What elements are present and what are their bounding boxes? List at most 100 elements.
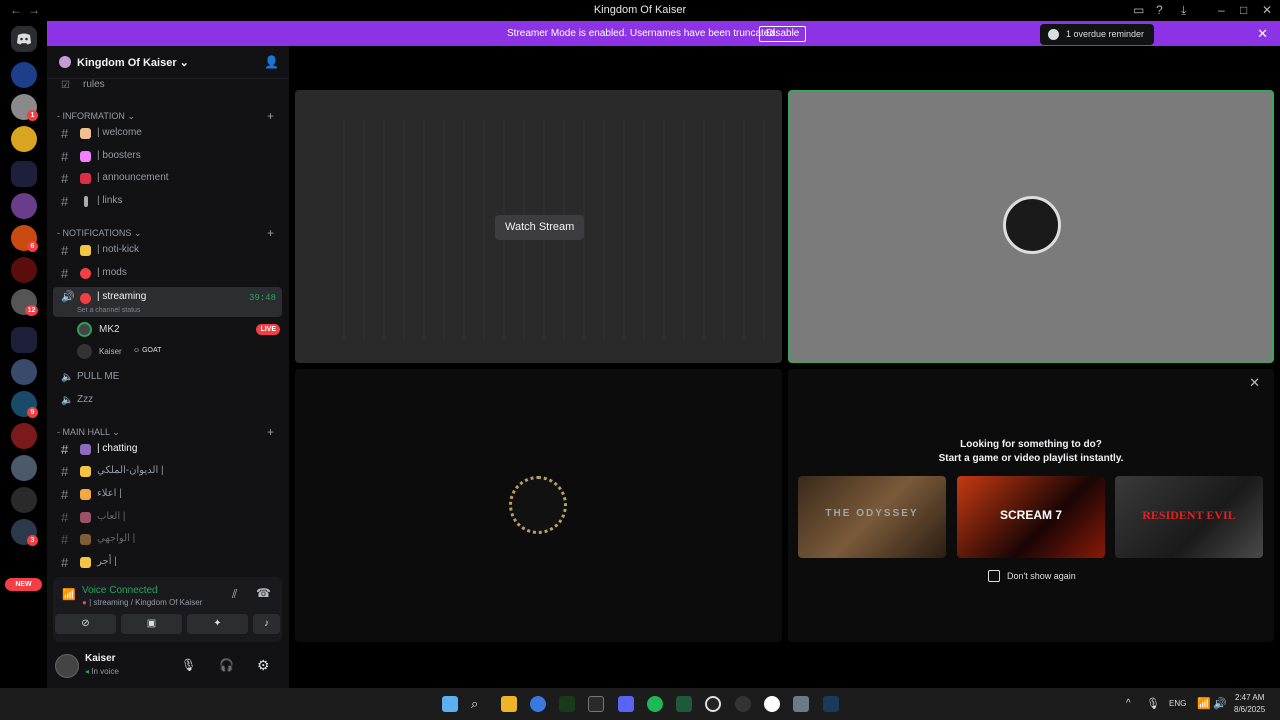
close-icon[interactable]: ✕ (1249, 375, 1260, 391)
close-window-icon[interactable]: ✕ (1262, 3, 1272, 17)
channel-label: العاب | (97, 511, 126, 522)
camera-off-icon[interactable]: ⊘ (55, 614, 116, 634)
category-main-hall[interactable]: - MAIN HALL ⌄ + (57, 425, 274, 439)
start-icon[interactable] (442, 696, 458, 712)
app-icon[interactable] (588, 696, 604, 712)
disable-button[interactable]: Disable (759, 26, 807, 42)
channel-announcement[interactable]: # | announcement (53, 168, 282, 189)
browser-icon[interactable] (530, 696, 546, 712)
screen-share-icon[interactable]: ▣ (121, 614, 182, 634)
server-icon[interactable] (11, 62, 37, 88)
channel-games[interactable]: # العاب | (53, 507, 282, 528)
close-icon[interactable]: ✕ (1257, 26, 1268, 42)
chevron-up-icon[interactable]: ^ (1126, 698, 1131, 709)
new-pill[interactable]: NEW (5, 578, 42, 591)
volume-icon[interactable]: 🔊 (1213, 697, 1227, 710)
folder-icon[interactable] (11, 327, 37, 353)
voice-channel-streaming[interactable]: 🔊 | streaming Set a channel status 39:48 (53, 287, 282, 317)
gear-icon[interactable]: ⚙ (257, 657, 270, 674)
invite-icon[interactable]: 👤 (264, 55, 279, 69)
user-tag: ☺ GOAT (133, 347, 162, 354)
unread-badge: 1 (27, 110, 38, 121)
add-channel-icon[interactable]: + (267, 425, 274, 439)
voice-channel-pull-me[interactable]: 🔈 PULL ME (53, 367, 282, 388)
xbox-icon[interactable] (676, 696, 692, 712)
maximize-icon[interactable]: □ (1240, 3, 1247, 17)
reminder-label: 1 overdue reminder (1066, 29, 1145, 39)
microphone-icon[interactable]: 🎙 (1146, 697, 1160, 710)
channel-ajr[interactable]: # أجر | (53, 552, 282, 573)
avatar[interactable] (55, 654, 79, 678)
soundboard-icon[interactable]: ♪ (253, 614, 280, 634)
channel-boosters[interactable]: # | boosters (53, 146, 282, 167)
discord-home-icon[interactable] (11, 26, 37, 52)
hash-icon: # (61, 442, 69, 457)
channel-links[interactable]: # | links (53, 191, 282, 212)
game-card[interactable]: RESIDENT EVIL (1115, 476, 1263, 558)
participant-tile-selected[interactable] (788, 90, 1274, 363)
participant-tile[interactable] (295, 369, 782, 642)
hash-icon: # (61, 171, 69, 186)
discord-icon[interactable] (618, 696, 634, 712)
channel-wajhi[interactable]: # الواجهي | (53, 529, 282, 550)
server-icon[interactable] (11, 487, 37, 513)
settings-icon[interactable] (793, 696, 809, 712)
add-channel-icon[interactable]: + (267, 226, 274, 240)
file-explorer-icon[interactable] (501, 696, 517, 712)
channel-mods[interactable]: # | mods (53, 263, 282, 284)
voice-user[interactable]: ΜΚ2 LIVE (77, 321, 282, 339)
reminder-tooltip[interactable]: 1 overdue reminder (1040, 24, 1155, 45)
app-icon[interactable] (559, 696, 575, 712)
game-card[interactable]: THE ODYSSEY (798, 476, 946, 558)
language-indicator[interactable]: ENG (1169, 699, 1186, 708)
category-notifications[interactable]: - NOTIFICATIONS ⌄ + (57, 226, 274, 240)
channel-noti-kick[interactable]: # | noti-kick (53, 240, 282, 261)
channel-chatting[interactable]: # | chatting (53, 439, 282, 460)
server-icon[interactable] (11, 257, 37, 283)
stream-tile[interactable]: Watch Stream (295, 90, 782, 363)
clock-date[interactable]: 8/6/2025 (1234, 705, 1265, 714)
download-icon[interactable]: ⤓ (1181, 3, 1186, 18)
channel-diwan[interactable]: # الديوان-الملكي | (53, 461, 282, 482)
channel-rules[interactable]: ☑ rules (53, 75, 282, 96)
steam-icon[interactable] (823, 696, 839, 712)
inbox-icon[interactable]: ▭ (1133, 3, 1144, 17)
app-icon[interactable] (735, 696, 751, 712)
wifi-icon[interactable]: 📶 (1197, 697, 1211, 710)
voice-status[interactable]: Voice Connected (82, 585, 158, 596)
channel-welcome[interactable]: # | welcome (53, 123, 282, 144)
dont-show-checkbox[interactable] (988, 570, 1000, 582)
minimize-icon[interactable]: – (1218, 3, 1225, 17)
disconnect-icon[interactable]: ☎ (256, 586, 271, 600)
watch-stream-button[interactable]: Watch Stream (495, 215, 585, 240)
channel-ilaa[interactable]: # اعلاء | (53, 484, 282, 505)
help-icon[interactable]: ? (1156, 3, 1163, 17)
noise-suppression-icon[interactable]: ⫽ (232, 587, 237, 602)
channel-status[interactable]: Set a channel status (77, 307, 140, 314)
spotify-icon[interactable] (647, 696, 663, 712)
add-channel-icon[interactable]: + (267, 109, 274, 123)
hash-icon: # (61, 266, 69, 281)
server-icon[interactable] (11, 126, 37, 152)
channel-sidebar: Kingdom Of Kaiser ⌄ 👤 ☑ rules - INFORMAT… (47, 46, 289, 688)
voice-user[interactable]: Kaiser ☺ GOAT (77, 343, 282, 361)
activities-icon[interactable]: ✦ (187, 614, 248, 634)
channel-label: | chatting (97, 443, 138, 454)
server-icon[interactable] (11, 455, 37, 481)
clock-time[interactable]: 2:47 AM (1235, 693, 1264, 702)
headphones-icon[interactable]: 🎧 (219, 658, 234, 672)
server-icon[interactable] (11, 359, 37, 385)
signal-icon[interactable]: 📶 (62, 588, 76, 601)
folder-icon[interactable] (11, 161, 37, 187)
app-icon[interactable] (705, 696, 721, 712)
voice-channel-zzz[interactable]: 🔈 Zzz (53, 390, 282, 411)
app-icon[interactable] (764, 696, 780, 712)
clock-icon (1048, 29, 1059, 40)
search-icon[interactable]: ⌕ (471, 696, 487, 712)
game-card[interactable]: SCREAM 7 (957, 476, 1105, 558)
emoji-icon (80, 489, 91, 500)
server-icon[interactable] (11, 193, 37, 219)
server-icon[interactable] (11, 423, 37, 449)
category-information[interactable]: - INFORMATION ⌄ + (57, 109, 274, 123)
microphone-icon[interactable]: 🎙 (181, 658, 196, 672)
